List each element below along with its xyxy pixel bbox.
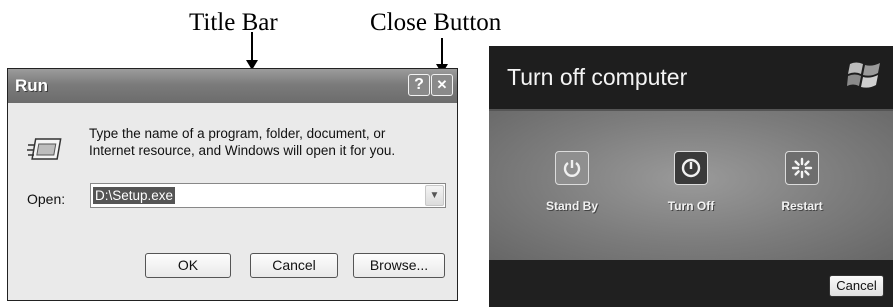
turn-off-footer: Cancel: [489, 260, 893, 307]
title-bar-arrow: [246, 32, 258, 70]
run-description: Type the name of a program, folder, docu…: [89, 125, 449, 159]
run-description-line2: Internet resource, and Windows will open…: [89, 143, 396, 158]
turn-off-header: Turn off computer: [489, 46, 893, 109]
windows-logo-icon: [847, 62, 880, 88]
close-button[interactable]: ✕: [431, 74, 453, 96]
browse-button[interactable]: Browse...: [353, 253, 445, 278]
close-button-annotation: Close Button: [370, 9, 502, 36]
stand-by-option[interactable]: Stand By: [527, 151, 617, 213]
standby-power-icon[interactable]: [555, 151, 589, 185]
open-label: Open:: [27, 191, 66, 207]
turn-off-title: Turn off computer: [507, 64, 688, 90]
power-icon[interactable]: [674, 151, 708, 185]
restart-icon[interactable]: [785, 151, 819, 185]
turn-off-cancel-button[interactable]: Cancel: [829, 275, 884, 297]
open-combobox[interactable]: D:\Setup.exe ▼: [90, 183, 446, 208]
run-program-icon: [27, 138, 62, 160]
chevron-down-icon[interactable]: ▼: [425, 185, 444, 206]
close-button-arrow: [436, 38, 448, 74]
cancel-button[interactable]: Cancel: [250, 253, 338, 278]
open-input-value[interactable]: D:\Setup.exe: [93, 187, 176, 204]
run-body: Type the name of a program, folder, docu…: [8, 103, 457, 300]
turn-off-option[interactable]: Turn Off: [646, 151, 736, 213]
run-title-bar[interactable]: Run ? ✕: [8, 69, 457, 103]
turn-off-dialog: Turn off computer Stand By Turn Off Rest…: [489, 46, 893, 307]
restart-label: Restart: [781, 199, 823, 213]
help-button[interactable]: ?: [408, 74, 430, 96]
restart-option[interactable]: Restart: [757, 151, 847, 213]
run-description-line1: Type the name of a program, folder, docu…: [89, 126, 386, 141]
ok-button[interactable]: OK: [145, 253, 231, 278]
turn-off-options-panel: Stand By Turn Off Restart: [489, 109, 893, 262]
run-title: Run: [15, 76, 49, 95]
title-bar-annotation: Title Bar: [189, 9, 278, 36]
stand-by-label: Stand By: [545, 199, 598, 213]
turn-off-label: Turn Off: [667, 199, 715, 213]
run-dialog: Run ? ✕ Type the name of a program, fold…: [7, 68, 458, 301]
